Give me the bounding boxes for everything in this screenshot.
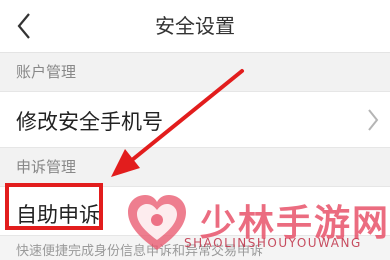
section-header-account: 账户管理 [0, 53, 390, 91]
chevron-right-icon [368, 109, 379, 131]
nav-bar: 安全设置 [0, 0, 390, 53]
appeal-description: 快速便捷完成身份信息申诉和异常交易申诉 [16, 244, 264, 259]
page-title: 安全设置 [155, 14, 235, 38]
row-label-change-phone: 修改安全手机号 [16, 110, 163, 134]
highlight-box [5, 183, 103, 230]
row-change-phone[interactable]: 修改安全手机号 [0, 91, 390, 148]
section-header-appeal: 申诉管理 [0, 148, 390, 186]
